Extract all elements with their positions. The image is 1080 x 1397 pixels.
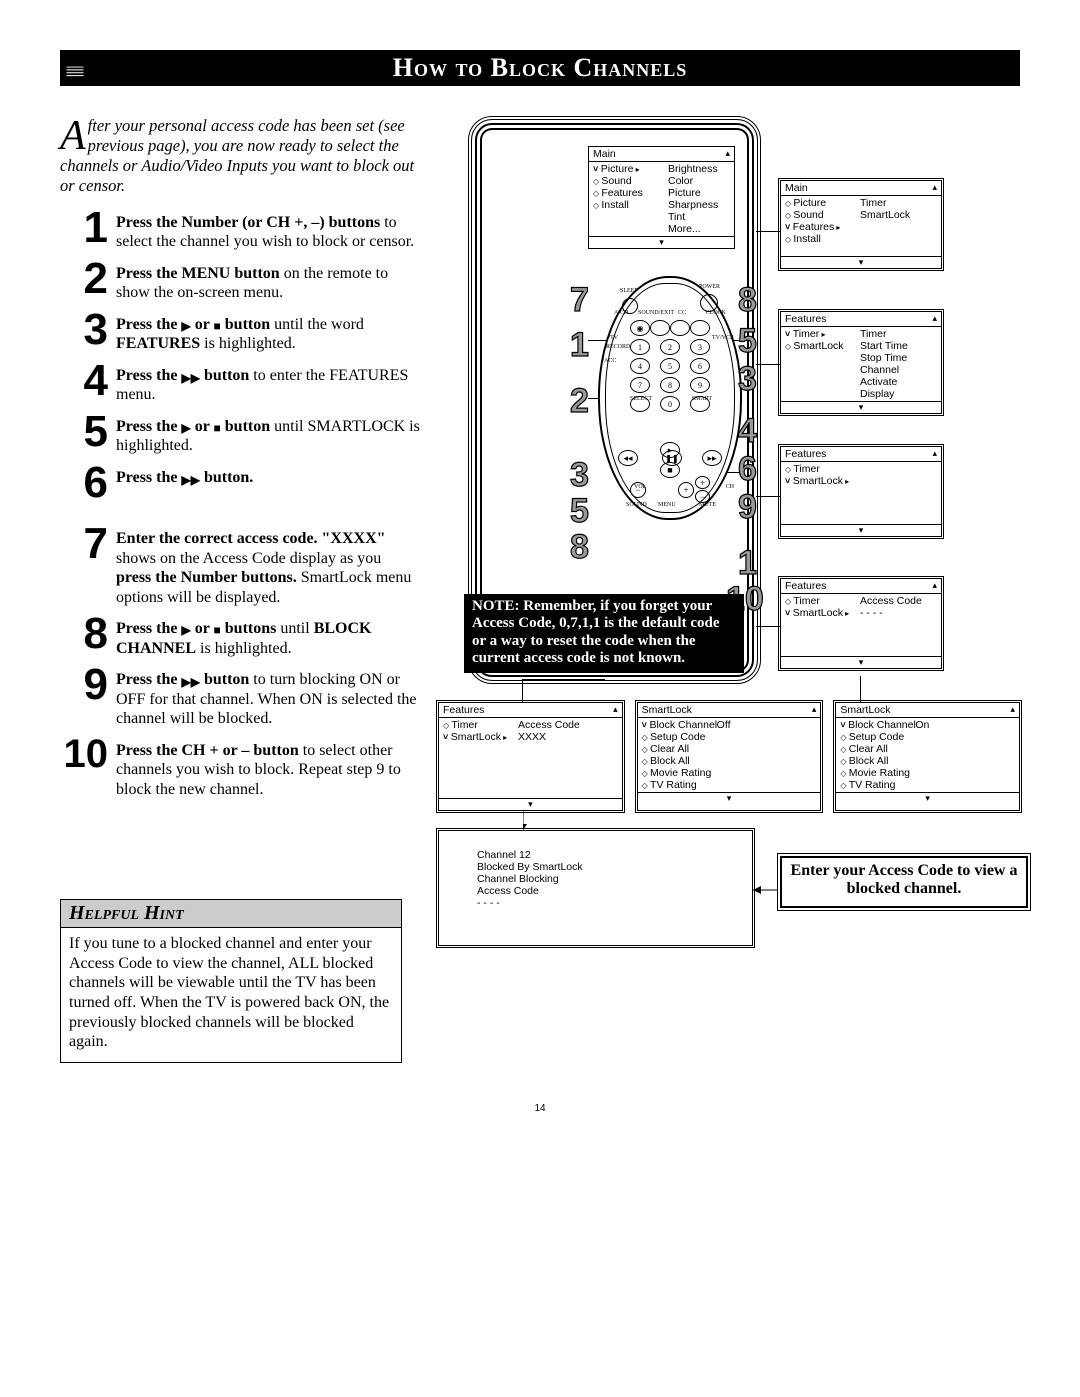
step-text: Press the CH + or – button to select oth… [116, 737, 420, 800]
step-text: Press the ▶ or ■ button until the word F… [116, 311, 420, 354]
step-number: 8 [60, 615, 116, 652]
diagram-column: Main▴ PictureBrightnessSoundColorFeature… [438, 116, 1020, 1063]
step-8: 8Press the ▶ or ■ buttons until BLOCK CH… [60, 615, 420, 658]
callout-6r: 6 [738, 450, 757, 489]
osd-main-features: Main▴ PictureTimerSoundSmartLockFeatures… [780, 180, 942, 269]
step-text: Press the MENU button on the remote to s… [116, 260, 420, 303]
step-number: 10 [60, 737, 116, 771]
title-bar: How to Block Channels [60, 50, 1020, 86]
step-number: 6 [60, 464, 116, 501]
step-text: Enter the correct access code. "XXXX" sh… [116, 525, 420, 607]
callout-3r: 3 [738, 360, 757, 399]
instructions-column: After your personal access code has been… [60, 116, 438, 1063]
callout-4r: 4 [738, 412, 757, 451]
callout-3: 3 [570, 456, 589, 495]
ff-button: ▸▸ [702, 450, 722, 466]
remote-control: POWER SLEEP A/CH SOUND/EXIT CC CLOCK ◉ 1… [598, 276, 742, 520]
osd-features-accesscode-blank: Features▴ TimerAccess CodeSmartLock- - -… [780, 578, 942, 669]
rewind-button: ◂◂ [618, 450, 638, 466]
step-text: Press the ▶▶ button to turn blocking ON … [116, 666, 420, 729]
callout-8r: 8 [738, 281, 757, 320]
step-number: 5 [60, 413, 116, 450]
hint-title: Helpful Hint [61, 900, 401, 928]
step-text: Press the ▶▶ button to enter the FEATURE… [116, 362, 420, 405]
step-text: Press the Number (or CH +, –) buttons to… [116, 209, 420, 252]
step-number: 2 [60, 260, 116, 297]
dropcap: A [60, 116, 88, 154]
step-7: 7Enter the correct access code. "XXXX" s… [60, 525, 420, 607]
step-number: 3 [60, 311, 116, 348]
ach-button: ◉ [630, 320, 650, 336]
step-3: 3Press the ▶ or ■ button until the word … [60, 311, 420, 354]
ch-up: + [695, 476, 710, 489]
step-number: 7 [60, 525, 116, 562]
osd-smartlock-off: SmartLock▴ Block ChannelOffSetup CodeCle… [637, 702, 822, 811]
note-access-code: NOTE: Remember, if you forget your Acces… [464, 594, 744, 673]
step-6: 6Press the ▶▶ button. [60, 464, 420, 501]
callout-2: 2 [570, 382, 589, 421]
step-1: 1Press the Number (or CH +, –) buttons t… [60, 209, 420, 252]
page-number: 14 [60, 1063, 1020, 1114]
step-5: 5Press the ▶ or ■ button until SMARTLOCK… [60, 413, 420, 456]
lock-icon [56, 48, 94, 88]
osd-features-accesscode-xxxx: Features▴ TimerAccess CodeSmartLockXXXX … [438, 702, 623, 811]
step-text: Press the ▶ or ■ buttons until BLOCK CHA… [116, 615, 420, 658]
osd-main-picture: Main▴ PictureBrightnessSoundColorFeature… [588, 146, 735, 249]
step-number: 4 [60, 362, 116, 399]
osd-features-timer: Features▴ TimerTimerSmartLockStart TimeS… [780, 311, 942, 414]
helpful-hint-box: Helpful Hint If you tune to a blocked ch… [60, 899, 402, 1062]
enter-access-code-note: Enter your Access Code to view a blocked… [780, 856, 1028, 908]
callout-8: 8 [570, 528, 589, 567]
callout-9r: 9 [738, 488, 757, 527]
callout-5: 5 [570, 492, 589, 531]
callout-5r: 5 [738, 322, 757, 361]
hint-body: If you tune to a blocked channel and ent… [61, 928, 401, 1061]
intro-paragraph: After your personal access code has been… [60, 116, 420, 197]
step-number: 1 [60, 209, 116, 246]
vol-up: + [678, 482, 694, 498]
step-text: Press the ▶▶ button. [116, 464, 253, 488]
page-title: How to Block Channels [60, 53, 1020, 83]
step-9: 9Press the ▶▶ button to turn blocking ON… [60, 666, 420, 729]
osd-features-smartlock: Features▴ TimerSmartLock ▾ [780, 446, 942, 537]
step-10: 10Press the CH + or – button to select o… [60, 737, 420, 800]
step-number: 9 [60, 666, 116, 703]
step-2: 2Press the MENU button on the remote to … [60, 260, 420, 303]
callout-1r: 1 [738, 544, 757, 583]
step-text: Press the ▶ or ■ button until SMARTLOCK … [116, 413, 420, 456]
osd-smartlock-on: SmartLock▴ Block ChannelOnSetup CodeClea… [835, 702, 1020, 811]
callout-7: 7 [570, 281, 589, 320]
step-4: 4Press the ▶▶ button to enter the FEATUR… [60, 362, 420, 405]
callout-1: 1 [570, 326, 589, 365]
